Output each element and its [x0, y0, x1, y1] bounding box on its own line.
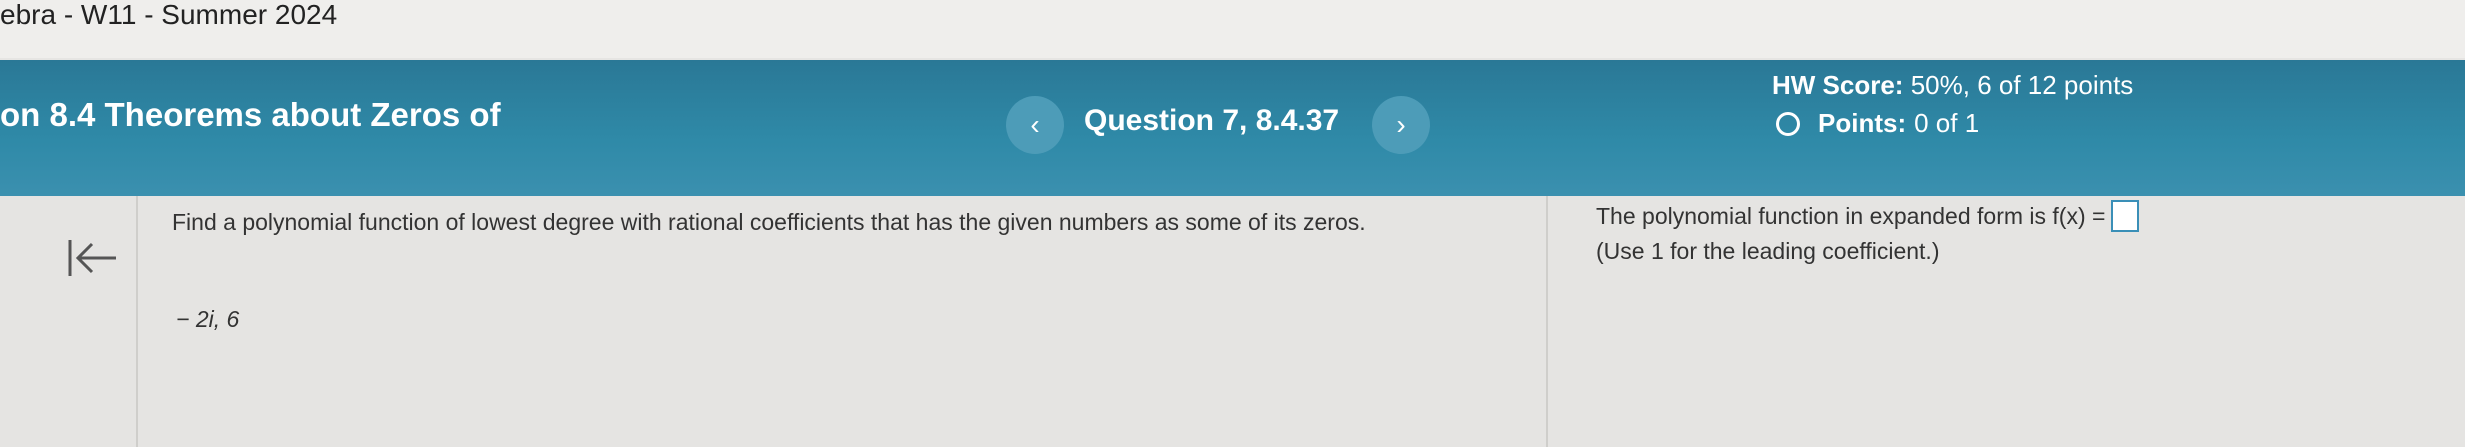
pane-divider[interactable]	[1546, 196, 1548, 447]
left-divider	[136, 196, 138, 447]
answer-prompt-row: The polynomial function in expanded form…	[1596, 200, 2140, 232]
course-title: ebra - W11 - Summer 2024	[0, 0, 338, 30]
section-title: on 8.4 Theorems about Zeros of	[0, 96, 501, 133]
problem-text: Find a polynomial function of lowest deg…	[172, 209, 1366, 235]
points-value: 0 of 1	[1914, 108, 1980, 138]
chevron-left-icon: ‹	[1030, 109, 1040, 140]
answer-prompt: The polynomial function in expanded form…	[1596, 202, 2106, 229]
hw-score-label: HW Score:	[1772, 70, 1904, 100]
next-question-button[interactable]: ›	[1372, 96, 1430, 154]
points-row: Points: 0 of 1	[1776, 108, 1979, 139]
given-zeros: − 2i, 6	[176, 306, 240, 332]
hw-score: HW Score: 50%, 6 of 12 points	[1772, 70, 2133, 101]
chevron-right-icon: ›	[1396, 109, 1406, 140]
circle-icon	[1776, 111, 1800, 136]
collapse-left-icon[interactable]	[66, 236, 120, 280]
answer-hint: (Use 1 for the leading coefficient.)	[1596, 238, 1940, 264]
points-label: Points:	[1818, 108, 1907, 138]
question-label: Question 7, 8.4.37	[1084, 104, 1340, 137]
hw-score-value: 50%, 6 of 12 points	[1910, 70, 2134, 100]
arrow-to-left-icon	[68, 240, 116, 276]
course-bar: ebra - W11 - Summer 2024	[0, 0, 2465, 58]
answer-input-box[interactable]	[2111, 200, 2140, 232]
previous-question-button[interactable]: ‹	[1006, 96, 1064, 154]
